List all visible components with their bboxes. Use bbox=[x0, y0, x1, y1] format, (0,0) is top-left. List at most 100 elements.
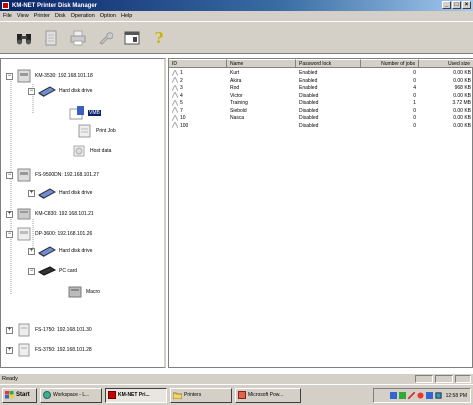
mailbox-item-icon bbox=[171, 106, 179, 114]
tree-node-label: Macro bbox=[86, 289, 100, 295]
tree-node-label: Hard disk drive bbox=[59, 88, 93, 94]
tree-node-printer[interactable]: − KM-3530: 192.168.101.18 bbox=[6, 68, 93, 84]
mailbox-item-icon bbox=[171, 76, 179, 84]
list-cell-id: 1 bbox=[180, 70, 183, 76]
tree-node-label: PC card bbox=[59, 268, 78, 274]
menu-help[interactable]: Help bbox=[121, 13, 132, 19]
collapse-icon[interactable]: − bbox=[6, 230, 13, 238]
hard-disk-icon bbox=[38, 246, 56, 257]
mailbox-item-icon bbox=[171, 113, 179, 121]
tray-icon[interactable] bbox=[417, 392, 424, 399]
clock: 12:58 PM bbox=[445, 392, 467, 399]
maximize-button[interactable]: □ bbox=[452, 1, 461, 9]
window-icon bbox=[124, 31, 140, 44]
expand-icon[interactable]: + bbox=[6, 326, 13, 334]
tree-node-printer[interactable]: + KM-C830: 192.168.101.21 bbox=[6, 206, 94, 222]
tree-node-host-data[interactable]: Host data bbox=[71, 143, 111, 159]
tree-node-hard-disk[interactable]: − Hard disk drive bbox=[28, 85, 92, 97]
column-header-used-size[interactable]: Used size bbox=[419, 59, 473, 68]
tree-node-vmb[interactable]: VMB bbox=[67, 104, 101, 122]
status-text: Ready bbox=[2, 376, 18, 382]
task-printers[interactable]: Printers bbox=[170, 387, 232, 403]
tree-node-pc-card[interactable]: − PC card bbox=[28, 265, 77, 277]
column-header-id[interactable]: ID bbox=[169, 59, 227, 68]
printer-button[interactable] bbox=[69, 29, 87, 47]
expand-icon[interactable]: + bbox=[6, 346, 13, 354]
list-cell-id: 2 bbox=[180, 77, 183, 84]
find-button[interactable] bbox=[15, 29, 33, 47]
help-button[interactable]: ? bbox=[150, 29, 168, 47]
hard-disk-icon bbox=[38, 86, 56, 97]
start-button[interactable]: Start bbox=[2, 387, 37, 403]
tree-node-printer[interactable]: − FS-9500DN: 192.168.101.27 bbox=[6, 167, 99, 183]
macro-icon bbox=[68, 286, 82, 298]
tree-node-label: FS-3750: 192.168.101.28 bbox=[35, 347, 92, 353]
tree-node-label: Print Job bbox=[96, 128, 116, 134]
list-cell: 0 bbox=[413, 122, 416, 129]
toolbar: ? bbox=[0, 21, 473, 54]
mailbox-item-icon bbox=[171, 91, 179, 99]
tree-node-macro[interactable]: Macro bbox=[67, 284, 100, 300]
status-bar: Ready bbox=[0, 374, 473, 384]
menu-file[interactable]: File bbox=[3, 13, 12, 19]
task-label: Printers bbox=[184, 392, 202, 398]
menu-operation[interactable]: Operation bbox=[71, 13, 95, 19]
list-row[interactable]: 100 Disabled 0 0.00 KB bbox=[169, 121, 473, 130]
menu-option[interactable]: Option bbox=[100, 13, 116, 19]
expand-icon[interactable]: + bbox=[28, 247, 35, 255]
collapse-icon[interactable]: − bbox=[28, 87, 35, 95]
list-cell-id: 100 bbox=[180, 122, 189, 129]
menu-printer[interactable]: Printer bbox=[34, 13, 50, 19]
column-header-number-of-jobs[interactable]: Number of jobs bbox=[361, 59, 419, 68]
menu-disk[interactable]: Disk bbox=[55, 13, 66, 19]
tray-icon[interactable] bbox=[407, 392, 415, 399]
tray-icon[interactable] bbox=[435, 392, 442, 399]
tray-icon[interactable] bbox=[425, 392, 433, 399]
task-label: Workspace - L... bbox=[53, 392, 90, 398]
tray-icon[interactable] bbox=[389, 392, 397, 399]
app-icon bbox=[2, 2, 9, 9]
expand-icon[interactable]: + bbox=[28, 189, 35, 197]
menu-view[interactable]: View bbox=[17, 13, 29, 19]
mailbox-item-icon bbox=[171, 98, 179, 106]
view-button[interactable] bbox=[123, 29, 141, 47]
mailbox-icon bbox=[69, 106, 84, 120]
pc-card-icon bbox=[38, 266, 56, 276]
mailbox-list: ID Name Password lock Number of jobs Use… bbox=[168, 58, 473, 368]
task-km-net[interactable]: KM-NET Pri... bbox=[105, 387, 167, 403]
list-cell-id: 10 bbox=[180, 115, 186, 121]
tree-node-label: Hard disk drive bbox=[59, 190, 93, 196]
tree-node-print-job[interactable]: Print Job bbox=[77, 123, 116, 139]
tree-node-printer[interactable]: + FS-1750: 192.168.101.30 bbox=[6, 322, 92, 338]
printer-tree: − KM-3530: 192.168.101.18 − Hard disk dr… bbox=[0, 58, 166, 368]
tree-node-label: Hard disk drive bbox=[59, 248, 93, 254]
tree-node-printer[interactable]: − DP-3600: 192.168.101.26 bbox=[6, 226, 92, 242]
tray-icon[interactable] bbox=[398, 392, 406, 399]
title-bar: KM-NET Printer Disk Manager _ □ × bbox=[0, 0, 473, 11]
host-data-icon bbox=[73, 145, 85, 157]
close-button[interactable]: × bbox=[462, 1, 471, 9]
tree-node-hard-disk[interactable]: + Hard disk drive bbox=[28, 187, 92, 199]
task-workspace[interactable]: Workspace - L... bbox=[40, 387, 102, 403]
column-header-password-lock[interactable]: Password lock bbox=[296, 59, 361, 68]
tree-node-printer[interactable]: + FS-3750: 192.168.101.28 bbox=[6, 342, 92, 358]
list-cell: 0.00 KB bbox=[453, 122, 471, 129]
collapse-icon[interactable]: − bbox=[6, 72, 13, 80]
expand-icon[interactable]: + bbox=[6, 210, 13, 218]
tool-button[interactable] bbox=[96, 29, 114, 47]
tree-node-hard-disk[interactable]: + Hard disk drive bbox=[28, 245, 92, 257]
properties-button[interactable] bbox=[42, 29, 60, 47]
folder-icon bbox=[173, 392, 182, 399]
collapse-icon[interactable]: − bbox=[6, 171, 13, 179]
tree-node-label: DP-3600: 192.168.101.26 bbox=[35, 231, 93, 237]
list-cell-id: 3 bbox=[180, 85, 183, 91]
powerpoint-icon bbox=[238, 391, 246, 399]
column-header-name[interactable]: Name bbox=[227, 59, 296, 68]
minimize-button[interactable]: _ bbox=[442, 1, 451, 9]
printer-icon bbox=[70, 30, 86, 45]
collapse-icon[interactable]: − bbox=[28, 267, 35, 275]
task-powerpoint[interactable]: Microsoft Pow... bbox=[235, 387, 301, 403]
help-icon: ? bbox=[154, 28, 164, 47]
tree-node-label: FS-9500DN: 192.168.101.27 bbox=[35, 172, 99, 178]
tree-node-label: KM-3530: 192.168.101.18 bbox=[35, 73, 93, 79]
